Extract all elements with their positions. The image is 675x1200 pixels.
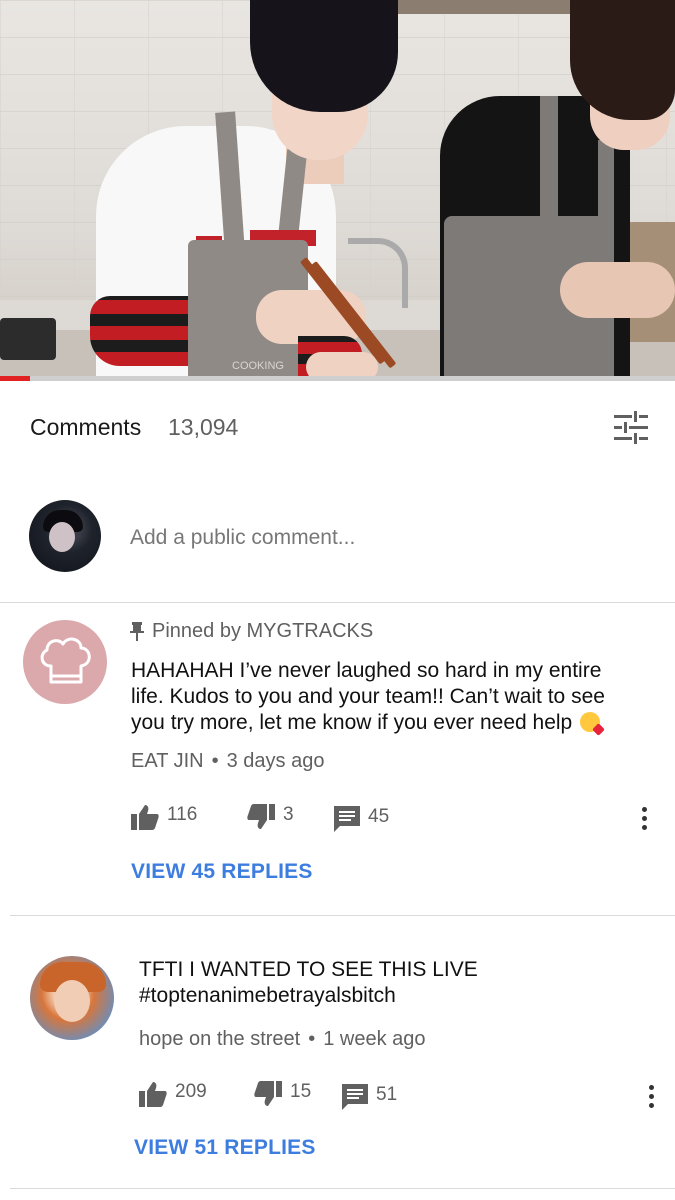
video-progress-fill bbox=[0, 376, 31, 381]
sort-comments-button[interactable] bbox=[612, 410, 650, 446]
like-button[interactable]: 116 bbox=[131, 804, 197, 830]
video-frame-apron-strap bbox=[540, 96, 558, 226]
thumbs-down-icon bbox=[254, 1081, 282, 1106]
video-frame-stove bbox=[0, 318, 56, 360]
pinned-label: Pinned by MYGTRACKS bbox=[152, 619, 374, 642]
avatar-face bbox=[54, 980, 90, 1022]
comment-text: HAHAHAH I’ve never laughed so hard in my… bbox=[131, 658, 631, 736]
dislike-button[interactable]: 15 bbox=[254, 1081, 311, 1107]
reply-count: 45 bbox=[368, 806, 390, 827]
current-user-avatar[interactable] bbox=[29, 500, 101, 572]
chef-hat-icon bbox=[40, 637, 91, 684]
kiss-emoji-icon bbox=[580, 712, 605, 736]
reply-count: 51 bbox=[376, 1084, 398, 1105]
like-count: 116 bbox=[167, 804, 198, 825]
divider bbox=[10, 915, 675, 916]
more-options-button[interactable] bbox=[643, 1082, 659, 1112]
divider bbox=[10, 1188, 675, 1189]
comments-header: Comments 13,094 bbox=[30, 410, 650, 446]
like-button[interactable]: 209 bbox=[139, 1081, 207, 1107]
more-dot-icon bbox=[641, 807, 647, 812]
dislike-button[interactable]: 3 bbox=[247, 804, 294, 830]
add-comment-input[interactable] bbox=[130, 522, 630, 554]
commenter-avatar[interactable] bbox=[23, 620, 107, 704]
tune-icon bbox=[614, 411, 648, 444]
video-frame-person-2-arm bbox=[560, 262, 675, 318]
more-dot-icon bbox=[648, 1085, 654, 1090]
dislike-count: 3 bbox=[283, 804, 294, 825]
view-replies-link[interactable]: VIEW 51 REPLIES bbox=[134, 1136, 316, 1160]
thumbs-down-icon bbox=[247, 804, 275, 829]
comment-hashtag[interactable]: #toptenanimebetrayalsbitch bbox=[139, 983, 639, 1009]
reply-button[interactable]: 45 bbox=[334, 806, 389, 832]
reply-button[interactable]: 51 bbox=[342, 1084, 397, 1110]
video-frame-apron-print: COOKING bbox=[232, 360, 284, 372]
meta-separator: • bbox=[211, 750, 219, 772]
view-replies-link[interactable]: VIEW 45 REPLIES bbox=[131, 860, 313, 884]
video-frame-apron-strap bbox=[598, 140, 614, 226]
comment-time: 3 days ago bbox=[226, 750, 325, 772]
video-progress-bar[interactable] bbox=[0, 376, 675, 381]
comment-time: 1 week ago bbox=[323, 1028, 426, 1050]
meta-separator: • bbox=[308, 1028, 316, 1050]
comment-icon bbox=[334, 806, 360, 832]
avatar-face bbox=[49, 522, 75, 552]
video-frame-shelf bbox=[380, 0, 600, 14]
comment-body: HAHAHAH I’ve never laughed so hard in my… bbox=[131, 659, 605, 734]
thumbs-up-icon bbox=[139, 1082, 167, 1107]
commenter-avatar[interactable] bbox=[30, 956, 114, 1040]
comments-count: 13,094 bbox=[168, 414, 239, 440]
comment-text: TFTI I WANTED TO SEE THIS LIVE #toptenan… bbox=[139, 957, 639, 1009]
video-player[interactable]: COOKING bbox=[0, 0, 675, 378]
comments-title: Comments bbox=[30, 414, 142, 440]
comment-meta: EAT JIN • 3 days ago bbox=[131, 750, 324, 773]
pinned-indicator: Pinned by MYGTRACKS bbox=[130, 619, 373, 643]
comment-meta: hope on the street • 1 week ago bbox=[139, 1028, 426, 1051]
video-frame-person-1-hand bbox=[306, 352, 378, 378]
more-options-button[interactable] bbox=[636, 804, 652, 834]
pin-icon bbox=[130, 622, 144, 641]
dislike-count: 15 bbox=[290, 1081, 312, 1102]
comment-icon bbox=[342, 1084, 368, 1110]
comment-author[interactable]: EAT JIN bbox=[131, 750, 204, 773]
comment-author[interactable]: hope on the street bbox=[139, 1028, 300, 1051]
video-frame-striped-sleeve bbox=[90, 296, 200, 366]
divider bbox=[0, 602, 675, 603]
like-count: 209 bbox=[175, 1081, 207, 1102]
thumbs-up-icon bbox=[131, 805, 159, 830]
comment-body-line: TFTI I WANTED TO SEE THIS LIVE bbox=[139, 958, 478, 981]
